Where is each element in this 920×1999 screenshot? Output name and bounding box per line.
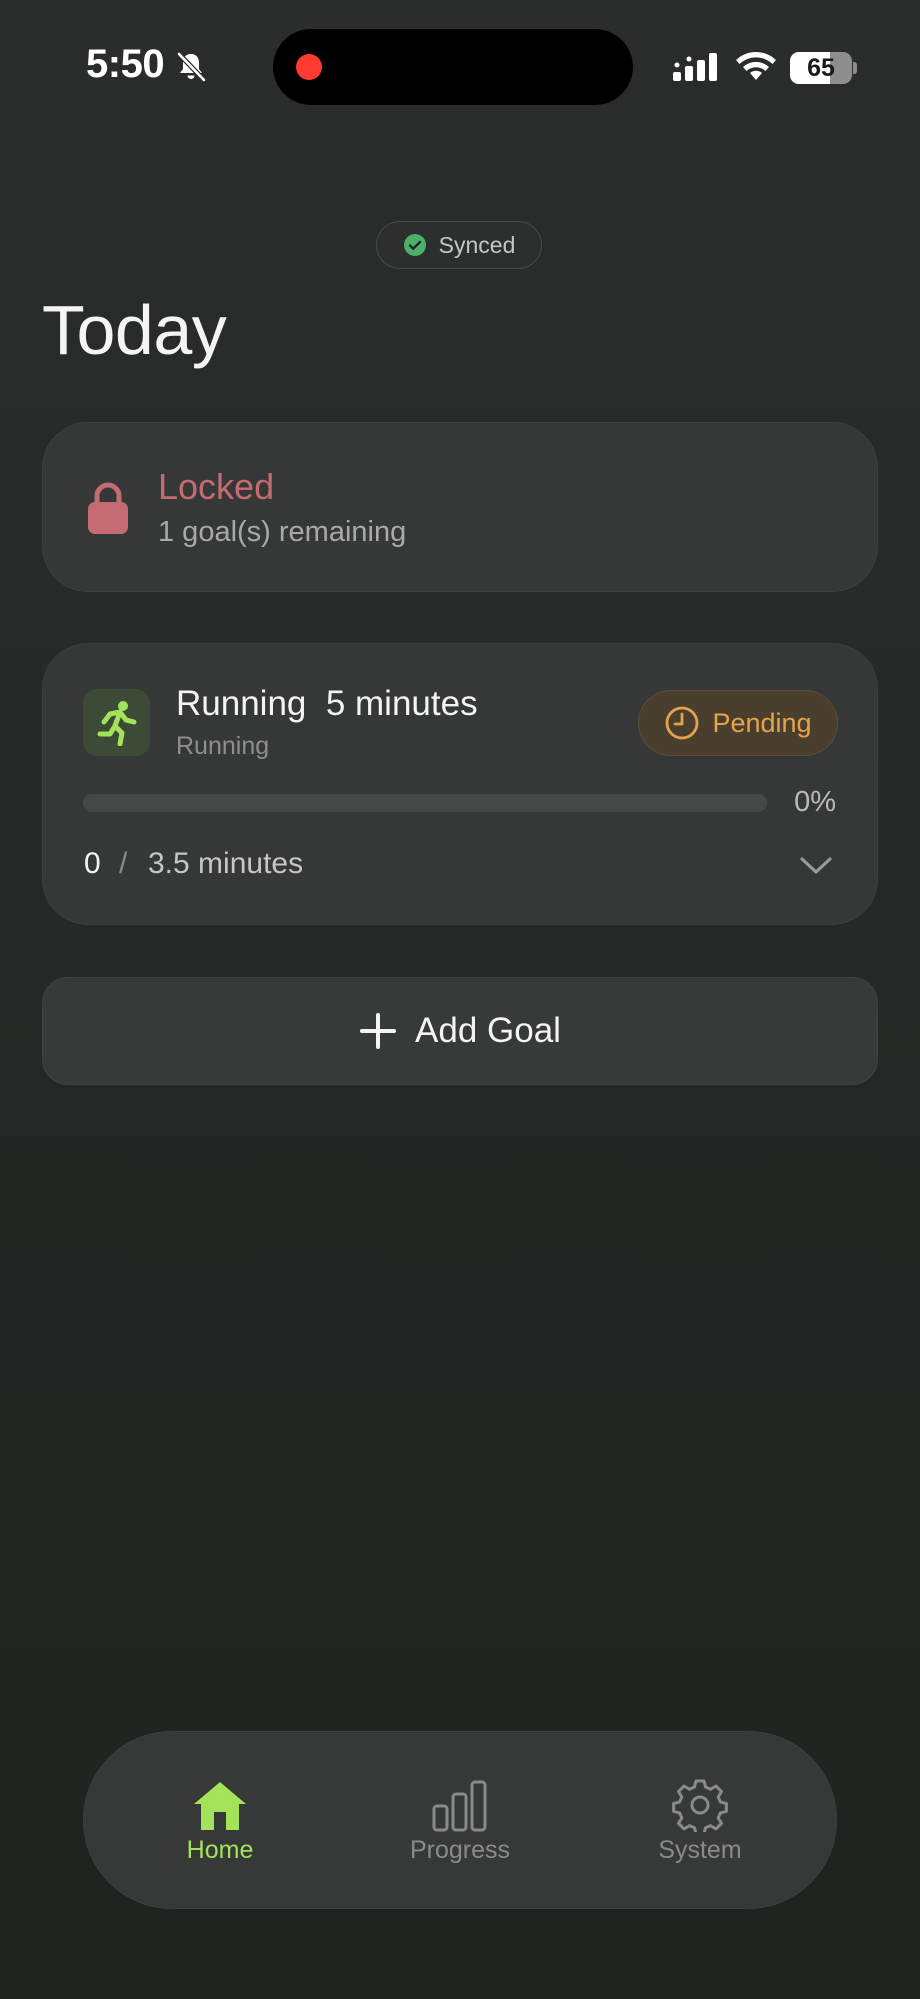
sync-status-label: Synced [438,231,516,258]
tab-progress-label: Progress [409,1836,511,1864]
plus-icon [360,1013,397,1049]
lock-icon [88,482,128,534]
tab-home-label: Home [186,1836,254,1864]
tab-progress[interactable]: Progress [360,1778,560,1865]
bar-chart-icon [432,1780,487,1832]
tab-system-label: System [658,1836,742,1864]
tab-system[interactable]: System [600,1778,800,1865]
dynamic-island [273,29,633,105]
sync-status-badge[interactable]: Synced [376,221,542,269]
wifi-icon [736,52,776,80]
battery-tip [853,62,857,74]
bell-slash-icon [177,52,206,82]
goal-value-separator: / [119,847,128,880]
add-goal-label: Add Goal [415,1011,561,1050]
cellular-signal-icon [673,53,717,81]
goal-title: Running 5 minutes [176,684,478,723]
goal-progress-bar [83,794,767,812]
battery-icon: 65 [790,52,852,84]
goal-target-value: 3.5 minutes [148,847,304,880]
gear-icon [672,1779,728,1832]
page-title: Today [42,291,227,369]
status-time: 5:50 [86,42,165,86]
goal-icon-container [83,689,150,756]
tab-home[interactable]: Home [120,1778,320,1865]
goal-subtitle: Running [176,732,270,760]
running-person-icon [97,700,136,746]
goal-progress-percent: 0% [794,786,836,818]
goal-status-badge: Pending [638,690,838,756]
chevron-down-icon[interactable] [797,851,835,879]
clock-icon [666,706,699,740]
home-icon [194,1782,246,1830]
recording-indicator [296,54,322,80]
battery-level: 65 [807,53,835,82]
goals-remaining-text: 1 goal(s) remaining [158,516,407,548]
checkmark-circle-icon [403,234,426,256]
lock-status-title: Locked [158,466,275,507]
goal-status-label: Pending [712,707,812,738]
add-goal-button[interactable]: Add Goal [42,977,878,1085]
goal-current-value: 0 [84,847,101,880]
